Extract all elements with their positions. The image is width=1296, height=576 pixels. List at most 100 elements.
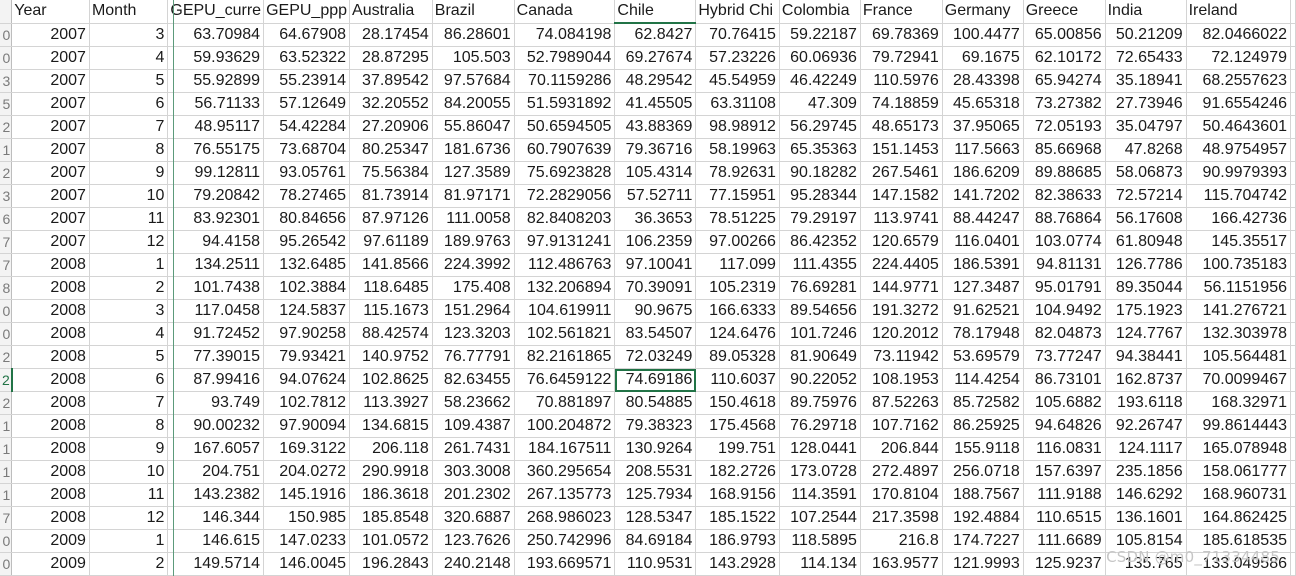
grid-cell[interactable]: 27.20906: [349, 115, 433, 139]
grid-cell[interactable]: 11: [89, 483, 169, 507]
grid-cell[interactable]: 9: [89, 161, 169, 185]
grid-cell[interactable]: 87.97126: [349, 207, 433, 231]
grid-cell[interactable]: 132.6485: [263, 253, 351, 277]
grid-cell[interactable]: 175.408: [432, 276, 515, 300]
grid-cell[interactable]: 192.4884: [942, 506, 1024, 530]
grid-cell[interactable]: 79.36716: [614, 138, 697, 162]
grid-cell[interactable]: 185.8548: [349, 506, 433, 530]
grid-cell[interactable]: 208.5531: [614, 460, 697, 484]
grid-cell[interactable]: 53.69579: [942, 345, 1024, 369]
grid-cell[interactable]: 77.39015: [167, 345, 265, 369]
grid-cell[interactable]: 91.62521: [942, 299, 1024, 323]
grid-cell[interactable]: 64.67908: [263, 23, 351, 47]
grid-cell[interactable]: 101.7438: [167, 276, 265, 300]
grid-cell[interactable]: 48.65173: [860, 115, 943, 139]
grid-cell[interactable]: 80.25347: [349, 138, 433, 162]
grid-cell[interactable]: 77.15951: [695, 184, 780, 208]
grid-cell[interactable]: 48.9754957: [1186, 138, 1292, 162]
grid-cell[interactable]: 320.6887: [432, 506, 515, 530]
grid-cell[interactable]: 80.54885: [614, 391, 697, 415]
grid-cell[interactable]: 62.10172: [1023, 46, 1106, 70]
grid-cell[interactable]: 54.42284: [263, 115, 351, 139]
row-number-cell[interactable]: 6: [0, 207, 13, 231]
grid-cell[interactable]: 132.303978: [1186, 322, 1292, 346]
grid-cell[interactable]: 186.3618: [349, 483, 433, 507]
grid-cell[interactable]: 117.5663: [942, 138, 1024, 162]
grid-cell[interactable]: 72.03249: [614, 345, 697, 369]
grid-cell[interactable]: 97.9131241: [514, 230, 616, 254]
grid-cell[interactable]: 56.1151956: [1186, 276, 1292, 300]
grid-cell[interactable]: 76.77791: [432, 345, 515, 369]
row-number-cell[interactable]: 7: [0, 506, 13, 530]
grid-cell[interactable]: 85.72582: [942, 391, 1024, 415]
grid-cell[interactable]: 2: [89, 276, 169, 300]
header-canada[interactable]: Canada: [514, 0, 616, 24]
grid-cell[interactable]: 72.57214: [1105, 184, 1187, 208]
grid-cell-overflow[interactable]: [1290, 552, 1296, 576]
row-number-cell[interactable]: 2: [0, 115, 13, 139]
grid-cell[interactable]: 117.099: [695, 253, 780, 277]
grid-cell[interactable]: 184.167511: [514, 437, 616, 461]
header-hybrid-china[interactable]: Hybrid Chi: [695, 0, 780, 24]
grid-cell[interactable]: 63.52322: [263, 46, 351, 70]
grid-cell[interactable]: 69.1675: [942, 46, 1024, 70]
grid-cell[interactable]: 2009: [11, 552, 90, 576]
grid-cell[interactable]: 2008: [11, 391, 90, 415]
grid-cell[interactable]: 167.6057: [167, 437, 265, 461]
grid-cell-overflow[interactable]: [1290, 253, 1296, 277]
grid-cell[interactable]: 146.0045: [263, 552, 351, 576]
grid-cell[interactable]: 204.0272: [263, 460, 351, 484]
grid-cell[interactable]: 89.75976: [779, 391, 861, 415]
grid-cell[interactable]: 45.65318: [942, 92, 1024, 116]
grid-cell[interactable]: 168.32971: [1186, 391, 1292, 415]
grid-cell[interactable]: 2008: [11, 322, 90, 346]
grid-cell[interactable]: 78.92631: [695, 161, 780, 185]
grid-cell[interactable]: 93.749: [167, 391, 265, 415]
grid-cell[interactable]: 72.05193: [1023, 115, 1106, 139]
grid-cell[interactable]: 113.9741: [860, 207, 943, 231]
grid-cell[interactable]: 2009: [11, 529, 90, 553]
grid-cell[interactable]: 35.04797: [1105, 115, 1187, 139]
grid-cell-overflow[interactable]: [1290, 161, 1296, 185]
grid-cell[interactable]: 3: [89, 299, 169, 323]
grid-cell[interactable]: 48.29542: [614, 69, 697, 93]
grid-cell[interactable]: 37.95065: [942, 115, 1024, 139]
grid-cell[interactable]: 98.98912: [695, 115, 780, 139]
grid-cell[interactable]: 86.25925: [942, 414, 1024, 438]
grid-cell[interactable]: 36.3653: [614, 207, 697, 231]
grid-cell[interactable]: 47.309: [779, 92, 861, 116]
grid-cell[interactable]: 150.985: [263, 506, 351, 530]
grid-cell-overflow[interactable]: [1290, 460, 1296, 484]
grid-cell[interactable]: 1: [89, 529, 169, 553]
grid-cell[interactable]: 60.7907639: [514, 138, 616, 162]
data-grid[interactable]: Year Month GEPU_curre GEPU_ppp Australia Braz…: [0, 0, 1296, 576]
grid-cell[interactable]: 55.23914: [263, 69, 351, 93]
grid-cell[interactable]: 104.619911: [514, 299, 616, 323]
grid-cell[interactable]: 110.6037: [695, 368, 780, 392]
row-number-cell[interactable]: [0, 0, 13, 24]
grid-cell[interactable]: 82.38633: [1023, 184, 1106, 208]
grid-cell[interactable]: 76.69281: [779, 276, 861, 300]
grid-cell[interactable]: 151.1453: [860, 138, 943, 162]
header-greece[interactable]: Greece: [1023, 0, 1106, 24]
grid-cell[interactable]: 169.3122: [263, 437, 351, 461]
grid-cell[interactable]: 164.862425: [1186, 506, 1292, 530]
grid-cell[interactable]: 126.7786: [1105, 253, 1187, 277]
grid-cell[interactable]: 104.9492: [1023, 299, 1106, 323]
grid-cell[interactable]: 8: [89, 138, 169, 162]
header-gepu-current[interactable]: GEPU_curre: [167, 0, 265, 24]
grid-cell[interactable]: 2007: [11, 138, 90, 162]
grid-cell[interactable]: 181.6736: [432, 138, 515, 162]
grid-cell[interactable]: 84.69184: [614, 529, 697, 553]
grid-cell[interactable]: 58.23662: [432, 391, 515, 415]
grid-cell[interactable]: 267.135773: [514, 483, 616, 507]
header-cell-overflow[interactable]: [1290, 0, 1296, 24]
grid-cell[interactable]: 2007: [11, 161, 90, 185]
grid-cell[interactable]: 124.5837: [263, 299, 351, 323]
grid-cell[interactable]: 46.42249: [779, 69, 861, 93]
grid-cell[interactable]: 27.73946: [1105, 92, 1187, 116]
grid-cell[interactable]: 78.27465: [263, 184, 351, 208]
grid-cell[interactable]: 186.6209: [942, 161, 1024, 185]
grid-cell[interactable]: 28.17454: [349, 23, 433, 47]
grid-cell[interactable]: 134.2511: [167, 253, 265, 277]
